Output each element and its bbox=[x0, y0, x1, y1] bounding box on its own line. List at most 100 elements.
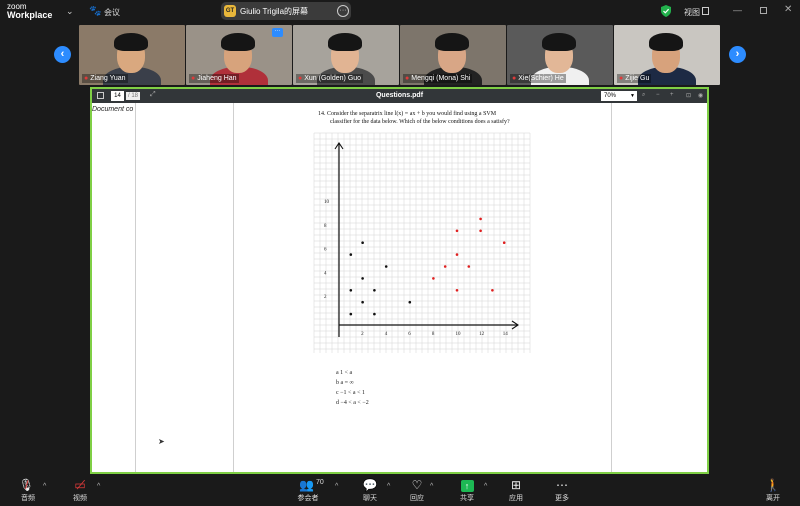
participant-name: Jiaheng Han bbox=[197, 75, 237, 82]
screen-share-indicator[interactable]: GT Giulio Trigila的屏幕 ··· bbox=[221, 2, 351, 20]
black-data-point bbox=[349, 253, 353, 256]
video-strip: ‹ ● Ziang Yuan ● Jiaheng Han ··· ● Xun (Golden… bbox=[0, 24, 800, 87]
participants-label: 参会者 bbox=[297, 495, 319, 502]
x-tick-label: 8 bbox=[432, 332, 435, 337]
participant-video-tile[interactable]: ● Ziang Yuan bbox=[79, 25, 185, 85]
chevron-up-icon[interactable]: ^ bbox=[387, 483, 390, 490]
participant-name-tag: ● Zijie Gu bbox=[617, 74, 652, 83]
mic-muted-icon: ● bbox=[405, 75, 410, 82]
participant-name-tag: ● Mengqi (Mona) Shi bbox=[403, 74, 473, 83]
red-data-point bbox=[502, 241, 506, 244]
chat-bubble-icon: 💬 bbox=[362, 478, 378, 492]
pdf-toolbar: 14 / 18 ⤢ Questions.pdf 70% ▼ ⌕ − + ⊡ ◉ bbox=[92, 89, 707, 103]
participant-hair bbox=[328, 33, 362, 51]
previous-page-button[interactable]: ‹ bbox=[54, 46, 71, 63]
reactions-button[interactable]: ♡ 回应 bbox=[402, 478, 432, 503]
participant-video-tile[interactable]: ● Xie(Schier) He bbox=[507, 25, 613, 85]
black-data-point bbox=[361, 241, 364, 244]
y-tick-label: 8 bbox=[324, 224, 327, 229]
chevron-down-icon[interactable]: ⌄ bbox=[66, 6, 74, 17]
video-button[interactable]: ▭̸ 视频 bbox=[65, 478, 95, 503]
mic-muted-icon: ● bbox=[84, 75, 89, 82]
next-page-button[interactable]: › bbox=[729, 46, 746, 63]
audio-label: 音频 bbox=[21, 495, 35, 502]
participant-video-tile[interactable]: ● Zijie Gu bbox=[614, 25, 720, 85]
leave-button[interactable]: 🚶 离开 bbox=[758, 478, 788, 503]
apps-label: 应用 bbox=[509, 495, 523, 502]
participant-name-tag: ● Xie(Schier) He bbox=[510, 74, 566, 83]
zoom-value: 70% bbox=[604, 93, 617, 99]
share-label: 共享 bbox=[460, 495, 474, 502]
more-options-icon[interactable]: ··· bbox=[337, 5, 349, 17]
participant-video-tile[interactable]: ● Jiaheng Han ··· bbox=[186, 25, 292, 85]
fit-page-icon[interactable]: ⊡ bbox=[686, 92, 691, 99]
ellipsis-icon: ⋯ bbox=[556, 478, 568, 492]
mic-muted-icon: ● bbox=[298, 75, 303, 82]
participant-name-tag: ● Jiaheng Han bbox=[189, 74, 239, 83]
close-icon[interactable]: ✕ bbox=[784, 4, 792, 15]
sharer-avatar: GT bbox=[224, 5, 236, 17]
top-bar: zoom Workplace ⌄ 🐾 会议 GT Giulio Trigila的… bbox=[0, 0, 800, 24]
zoom-out-icon[interactable]: − bbox=[656, 92, 660, 98]
participant-video-tile[interactable]: ● Mengqi (Mona) Shi bbox=[400, 25, 506, 85]
chevron-up-icon[interactable]: ^ bbox=[484, 483, 487, 490]
mouse-cursor-icon: ➤ bbox=[158, 437, 165, 446]
x-tick-label: 4 bbox=[385, 332, 388, 337]
view-menu[interactable]: 视图 bbox=[684, 7, 700, 18]
shield-icon[interactable] bbox=[661, 5, 671, 17]
more-button[interactable]: ⋯ 更多 bbox=[547, 478, 577, 503]
share-screen-button[interactable]: ↑ 共享 bbox=[452, 478, 482, 503]
chevron-up-icon[interactable]: ^ bbox=[335, 483, 338, 490]
x-tick-label: 6 bbox=[408, 332, 411, 337]
black-data-point bbox=[373, 312, 376, 316]
y-tick-label: 4 bbox=[324, 271, 327, 276]
mic-muted-icon: ● bbox=[619, 75, 624, 82]
participant-video-tile[interactable]: ● Xun (Golden) Guo bbox=[293, 25, 399, 85]
x-tick-label: 14 bbox=[503, 332, 509, 337]
participant-hair bbox=[221, 33, 255, 51]
answer-option: a 1 < a bbox=[336, 370, 353, 376]
x-tick-label: 10 bbox=[456, 332, 462, 337]
red-data-point bbox=[443, 265, 447, 268]
grid-view-icon[interactable] bbox=[702, 7, 709, 15]
meeting-controls: 🎙/ 音频 ^ ▭̸ 视频 ^ 👥 参会者 70 ^ 💬 聊天 ^ ♡ 回应 ^… bbox=[0, 474, 800, 506]
red-data-point bbox=[455, 289, 459, 292]
apps-button[interactable]: ⊞ 应用 bbox=[501, 478, 531, 503]
minimize-icon[interactable]: — bbox=[733, 5, 742, 15]
y-tick-label: 6 bbox=[324, 248, 327, 253]
sharer-label: Giulio Trigila的屏幕 bbox=[240, 7, 309, 16]
search-icon[interactable]: ⌕ bbox=[642, 92, 645, 99]
question-text: 14. Consider the separatrix line l(x) = … bbox=[318, 110, 538, 126]
zoom-in-icon[interactable]: + bbox=[670, 92, 674, 98]
chat-button[interactable]: 💬 聊天 bbox=[355, 478, 385, 503]
audio-button[interactable]: 🎙/ 音频 bbox=[13, 478, 43, 503]
red-data-point bbox=[491, 289, 494, 292]
chevron-down-icon: ▼ bbox=[630, 93, 635, 99]
chevron-up-icon[interactable]: ^ bbox=[97, 483, 100, 490]
participant-hair bbox=[649, 33, 683, 51]
scatter-plot-figure: 2 4 6 8 10 12 14 2 4 6 8 10 bbox=[313, 132, 531, 353]
red-data-point bbox=[479, 229, 482, 233]
pdf-viewer[interactable]: Document co 14. Consider the separatrix … bbox=[92, 103, 707, 472]
participant-name: Ziang Yuan bbox=[90, 75, 126, 82]
page-edge-left bbox=[233, 103, 234, 472]
black-data-point bbox=[349, 289, 353, 292]
leave-label: 离开 bbox=[766, 495, 780, 502]
red-data-point bbox=[455, 229, 459, 233]
meeting-menu[interactable]: 会议 bbox=[104, 7, 120, 18]
question-line-2: classifier for the data below. Which of … bbox=[330, 119, 510, 125]
black-data-point bbox=[384, 265, 388, 268]
share-arrow-icon: ↑ bbox=[452, 478, 482, 493]
heart-icon: ♡ bbox=[411, 478, 423, 492]
zoom-select[interactable]: 70% ▼ bbox=[601, 91, 637, 101]
microphone-muted-icon: 🎙/ bbox=[18, 478, 34, 492]
maximize-icon[interactable] bbox=[760, 7, 767, 14]
question-line-1: 14. Consider the separatrix line l(x) = … bbox=[318, 111, 497, 117]
participant-hair bbox=[114, 33, 148, 51]
mic-muted-icon: ● bbox=[191, 75, 196, 82]
tile-more-options-icon[interactable]: ··· bbox=[272, 28, 283, 37]
chevron-up-icon[interactable]: ^ bbox=[430, 483, 433, 490]
more-icon[interactable]: ◉ bbox=[698, 92, 703, 99]
zoom-logo: zoom Workplace bbox=[7, 2, 52, 20]
chevron-up-icon[interactable]: ^ bbox=[43, 483, 46, 490]
